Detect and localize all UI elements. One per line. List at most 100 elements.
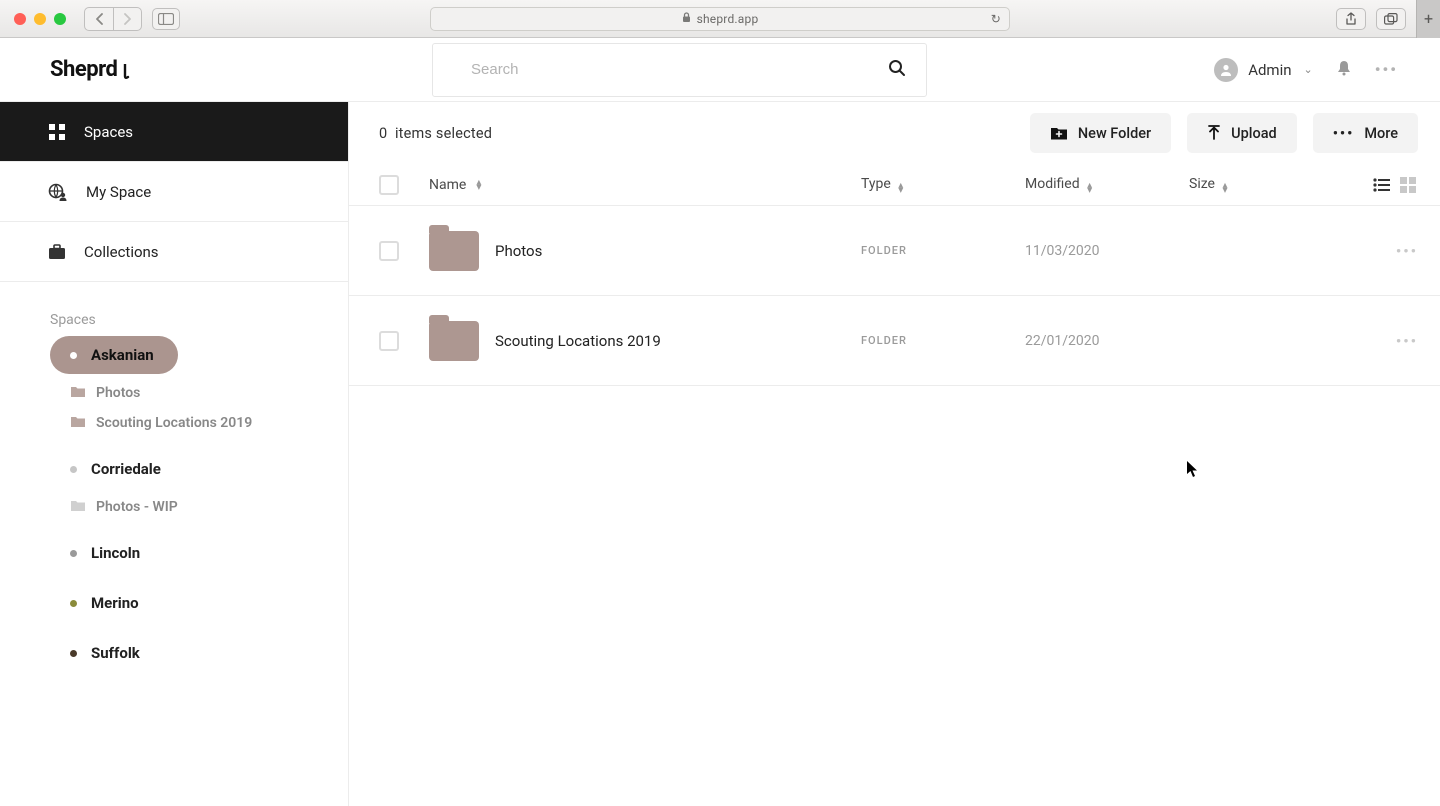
sidebar-folder-photos-wip[interactable]: Photos - WIP <box>50 492 348 522</box>
tabs-button[interactable] <box>1376 8 1406 30</box>
folder-icon <box>70 385 86 402</box>
column-label: Modified <box>1025 176 1080 192</box>
user-menu[interactable]: Admin ⌄ <box>1214 58 1313 82</box>
table-row[interactable]: Scouting Locations 2019 FOLDER 22/01/202… <box>349 296 1440 386</box>
sidebar-folder-photos[interactable]: Photos <box>50 378 348 408</box>
nav-my-space[interactable]: My Space <box>0 162 348 222</box>
sort-icon: ▴▾ <box>476 180 481 190</box>
nav-spaces[interactable]: Spaces <box>0 102 348 162</box>
bell-icon[interactable] <box>1335 59 1353 81</box>
row-type: FOLDER <box>861 244 1025 257</box>
user-name: Admin <box>1248 61 1291 79</box>
button-label: Upload <box>1231 125 1277 142</box>
column-size[interactable]: Size ▴▾ <box>1189 176 1309 193</box>
search-input[interactable] <box>471 61 904 78</box>
button-label: New Folder <box>1078 125 1151 142</box>
window-controls <box>14 13 66 25</box>
maximize-window-button[interactable] <box>54 13 66 25</box>
search-icon[interactable] <box>888 59 906 81</box>
selection-count: 0 <box>379 125 387 142</box>
column-type[interactable]: Type ▴▾ <box>861 176 1025 193</box>
row-modified: 22/01/2020 <box>1025 333 1189 349</box>
row-more-button[interactable]: ••• <box>1396 242 1418 260</box>
folder-icon <box>70 415 86 432</box>
minimize-window-button[interactable] <box>34 13 46 25</box>
folder-icon <box>70 499 86 516</box>
space-merino[interactable]: Merino <box>50 584 348 622</box>
spaces-section-header: Spaces <box>0 282 348 336</box>
selection-status: 0 items selected <box>379 125 492 142</box>
row-checkbox[interactable] <box>379 241 399 261</box>
grid-icon <box>1400 177 1416 193</box>
logo[interactable]: Sheprd <box>50 57 131 82</box>
search-box[interactable] <box>432 43 927 97</box>
nav-buttons <box>84 7 142 31</box>
row-modified: 11/03/2020 <box>1025 243 1189 259</box>
globe-person-icon <box>48 183 68 201</box>
space-dot-icon <box>70 550 77 557</box>
url-text: sheprd.app <box>697 12 759 26</box>
main-content: 0 items selected New Folder Upload <box>349 102 1440 806</box>
nav-my-space-label: My Space <box>86 183 151 201</box>
new-folder-button[interactable]: New Folder <box>1030 113 1171 153</box>
share-button[interactable] <box>1336 8 1366 30</box>
space-label: Lincoln <box>91 544 140 562</box>
chevron-right-icon <box>123 13 132 25</box>
view-switcher <box>1372 175 1418 195</box>
nav-spaces-label: Spaces <box>84 123 133 141</box>
back-button[interactable] <box>85 8 113 30</box>
sort-icon: ▴▾ <box>1222 183 1227 193</box>
row-more-button[interactable]: ••• <box>1396 332 1418 350</box>
row-type: FOLDER <box>861 334 1025 347</box>
logo-mark-icon <box>121 64 131 80</box>
upload-icon <box>1207 125 1221 141</box>
space-label: Askanian <box>91 346 154 364</box>
sort-icon: ▴▾ <box>1087 183 1092 193</box>
spaces-tree: Askanian Photos Scouting Locations 2019 … <box>0 336 348 676</box>
url-bar[interactable]: sheprd.app ↻ <box>430 7 1010 31</box>
button-label: More <box>1364 125 1398 142</box>
dots-icon: ••• <box>1333 125 1355 142</box>
forward-button[interactable] <box>113 8 141 30</box>
column-modified[interactable]: Modified ▴▾ <box>1025 176 1189 193</box>
new-tab-button[interactable]: + <box>1416 0 1440 38</box>
folder-icon <box>429 231 479 271</box>
sidebar-toggle-button[interactable] <box>152 8 180 30</box>
space-dot-icon <box>70 352 77 359</box>
space-label: Suffolk <box>91 644 140 662</box>
more-button[interactable]: ••• More <box>1313 113 1418 153</box>
space-suffolk[interactable]: Suffolk <box>50 634 348 672</box>
list-view-button[interactable] <box>1372 175 1392 195</box>
more-icon[interactable]: ••• <box>1375 60 1398 79</box>
user-icon <box>1219 63 1233 77</box>
grid-view-button[interactable] <box>1398 175 1418 195</box>
close-window-button[interactable] <box>14 13 26 25</box>
row-name: Scouting Locations 2019 <box>495 332 661 350</box>
nav-collections[interactable]: Collections <box>0 222 348 282</box>
chevron-left-icon <box>95 13 104 25</box>
space-askanian[interactable]: Askanian <box>50 336 178 374</box>
row-checkbox[interactable] <box>379 331 399 351</box>
app-header: Sheprd Admin ⌄ ••• <box>0 38 1440 102</box>
row-name: Photos <box>495 242 542 260</box>
table-row[interactable]: Photos FOLDER 11/03/2020 ••• <box>349 206 1440 296</box>
sidebar-icon <box>158 13 174 25</box>
column-label: Name <box>429 177 466 193</box>
space-label: Corriedale <box>91 460 161 478</box>
space-dot-icon <box>70 650 77 657</box>
browser-chrome: sheprd.app ↻ + <box>0 0 1440 38</box>
logo-text: Sheprd <box>50 57 117 82</box>
select-all-checkbox[interactable] <box>379 175 399 195</box>
column-name[interactable]: Name ▴▾ <box>429 177 861 193</box>
reload-button[interactable]: ↻ <box>991 12 1001 26</box>
upload-button[interactable]: Upload <box>1187 113 1297 153</box>
folder-label: Photos <box>96 385 140 401</box>
selection-label: items selected <box>395 125 492 142</box>
sidebar-folder-scouting[interactable]: Scouting Locations 2019 <box>50 408 348 438</box>
sidebar: Spaces My Space Collections Spaces Askan… <box>0 102 349 806</box>
avatar <box>1214 58 1238 82</box>
space-lincoln[interactable]: Lincoln <box>50 534 348 572</box>
chevron-down-icon: ⌄ <box>1304 63 1313 76</box>
grid-icon <box>48 123 66 141</box>
space-corriedale[interactable]: Corriedale <box>50 450 348 488</box>
